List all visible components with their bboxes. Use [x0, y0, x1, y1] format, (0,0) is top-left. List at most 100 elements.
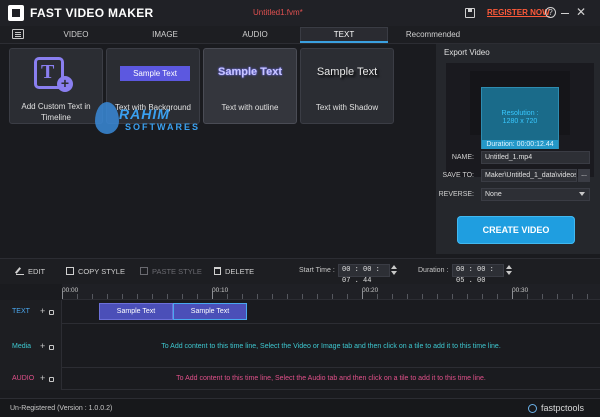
timeline-clip-selected[interactable]: Sample Text: [173, 303, 247, 320]
file-title: Untitled1.fvm*: [253, 8, 303, 17]
name-label: NAME:: [451, 154, 474, 161]
app-logo-icon: [8, 5, 24, 21]
paste-style-button[interactable]: PASTE STYLE: [140, 267, 202, 276]
resolution-label: Resolution :: [501, 110, 539, 117]
track-lane[interactable]: To Add content to this time line, Select…: [62, 324, 600, 368]
resolution-value: 1280 x 720: [502, 118, 538, 125]
edit-button[interactable]: EDIT: [16, 267, 45, 276]
ruler-label: 00:00: [62, 287, 79, 294]
save-to-input[interactable]: Maker\Untitled_1_data\videos: [481, 169, 577, 182]
tab-text[interactable]: TEXT: [300, 30, 388, 39]
add-track-icon[interactable]: +: [40, 306, 45, 316]
ruler-tick: [107, 294, 108, 299]
ruler-tick: [422, 294, 423, 299]
minimize-icon[interactable]: [561, 13, 569, 14]
timeline-clip[interactable]: Sample Text: [99, 303, 173, 320]
edit-toolbar: EDIT COPY STYLE PASTE STYLE DELETE Start…: [0, 258, 600, 285]
ruler-tick: [152, 294, 153, 299]
menu-icon[interactable]: [12, 29, 24, 39]
timeline-ruler[interactable]: 00:00 00:10 00:20 00:30: [62, 284, 600, 300]
copy-icon: [66, 267, 74, 275]
duration-bar: Duration: 00:00:12.44: [482, 140, 558, 149]
track-lane[interactable]: Sample Text Sample Text: [62, 300, 600, 324]
tile-text-with-outline[interactable]: Sample Text Text with outline: [203, 48, 297, 124]
save-icon[interactable]: [465, 8, 475, 18]
export-title: Export Video: [444, 48, 490, 57]
track-text: TEXT + Sample Text Sample Text: [0, 300, 600, 324]
copy-style-label: COPY STYLE: [78, 267, 125, 276]
lock-icon[interactable]: [49, 310, 54, 315]
watermark-main-text: RAHIM: [119, 106, 170, 122]
delete-button[interactable]: DELETE: [214, 267, 254, 276]
ruler-tick: [587, 294, 588, 299]
start-time-spinner[interactable]: [390, 264, 398, 277]
tab-active-underline: [300, 41, 388, 43]
track-hint: To Add content to this time line, Select…: [161, 343, 501, 350]
ruler-tick: [62, 291, 63, 299]
sample-text-outline-preview: Sample Text: [218, 66, 282, 78]
edit-label: EDIT: [28, 267, 46, 276]
tab-image[interactable]: IMAGE: [137, 30, 193, 39]
ruler-tick: [92, 294, 93, 299]
track-audio: AUDIO + To Add content to this time line…: [0, 368, 600, 390]
ruler-tick: [377, 294, 378, 299]
track-header: Media +: [0, 324, 62, 368]
app-title: FAST VIDEO MAKER: [30, 6, 154, 20]
start-time-input[interactable]: 00 : 00 : 07 . 44: [338, 264, 390, 285]
ruler-tick: [272, 294, 273, 299]
ruler-tick: [527, 294, 528, 299]
lock-icon[interactable]: [49, 345, 54, 350]
track-lane[interactable]: To Add content to this time line, Select…: [62, 368, 600, 390]
track-name: AUDIO: [12, 375, 35, 382]
status-bar: Un-Registered (Version : 1.0.0.2) fastpc…: [0, 398, 600, 417]
reverse-select[interactable]: None: [481, 188, 590, 201]
tile-add-custom-text[interactable]: T + Add Custom Text in Timeline: [9, 48, 103, 124]
duration-input[interactable]: 00 : 00 : 05 . 00: [452, 264, 504, 285]
ruler-tick: [542, 294, 543, 299]
sample-text-background-preview: Sample Text: [120, 66, 190, 81]
track-name: Media: [12, 343, 32, 350]
track-header: TEXT +: [0, 300, 62, 324]
tab-audio[interactable]: AUDIO: [227, 30, 283, 39]
lock-icon[interactable]: [49, 377, 54, 382]
create-video-button[interactable]: CREATE VIDEO: [457, 216, 575, 244]
sample-text-shadow-preview: Sample Text: [316, 66, 378, 78]
watermark-drop-icon: [95, 102, 119, 134]
watermark-sub-text: SOFTWARES: [125, 122, 201, 132]
register-now-link[interactable]: REGISTER NOW: [487, 8, 550, 17]
ruler-tick: [137, 294, 138, 299]
help-icon[interactable]: ?: [545, 7, 556, 18]
paste-icon: [140, 267, 148, 275]
ruler-tick: [332, 294, 333, 299]
add-track-icon[interactable]: +: [40, 341, 45, 351]
duration-label: Duration :: [418, 267, 449, 274]
tab-video[interactable]: VIDEO: [48, 30, 104, 39]
ruler-tick: [362, 291, 363, 299]
tab-recommended[interactable]: Recommended: [400, 30, 466, 39]
reverse-select-value: None: [485, 191, 502, 198]
ruler-tick: [512, 291, 513, 299]
ruler-tick: [572, 294, 573, 299]
text-tiles-panel: T + Add Custom Text in Timeline Sample T…: [0, 44, 436, 254]
ruler-tick: [227, 294, 228, 299]
close-icon[interactable]: ✕: [576, 5, 586, 19]
ruler-tick: [212, 291, 213, 299]
reverse-label: REVERSE:: [438, 191, 474, 198]
ruler-tick: [482, 294, 483, 299]
tile-text-with-shadow[interactable]: Sample Text Text with Shadow: [300, 48, 394, 124]
ruler-tick: [242, 294, 243, 299]
copy-style-button[interactable]: COPY STYLE: [66, 267, 125, 276]
brand-name[interactable]: fastpctools: [541, 403, 584, 413]
track-hint: To Add content to this time line, Select…: [176, 375, 486, 382]
add-track-icon[interactable]: +: [40, 373, 45, 383]
ruler-tick: [452, 294, 453, 299]
ruler-tick: [347, 294, 348, 299]
preview-screen: Resolution : 1280 x 720 Duration: 00:00:…: [481, 87, 559, 149]
browse-button[interactable]: ...: [578, 169, 590, 182]
duration-spinner[interactable]: [505, 264, 513, 277]
save-to-label: SAVE TO:: [442, 172, 474, 179]
name-input[interactable]: Untitled_1.mp4: [481, 151, 590, 164]
track-media: Media + To Add content to this time line…: [0, 324, 600, 368]
ruler-tick: [182, 294, 183, 299]
ruler-tick: [317, 294, 318, 299]
